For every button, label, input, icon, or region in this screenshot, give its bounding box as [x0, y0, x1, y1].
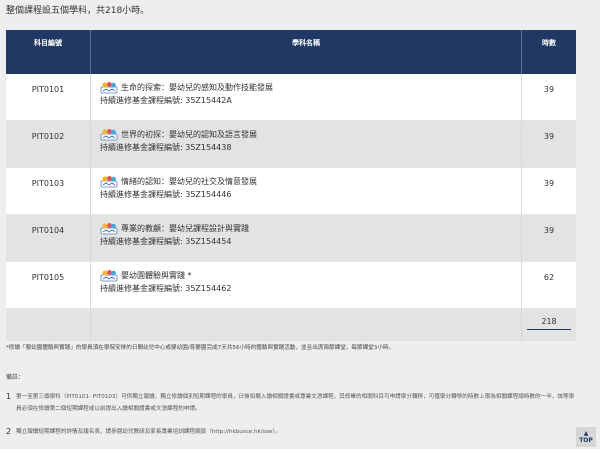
course-subject: 生命的探索：嬰幼兒的感知及動作技能發展持續進修基金課程編號: 35Z15442A — [91, 74, 522, 120]
course-badge-icon — [100, 176, 118, 188]
footnote: *修讀「嬰幼園體驗與實踐」的學員須在學院安排的日間幼兒中心或嬰幼園/育嬰園完成7… — [6, 345, 395, 351]
table-row: PIT0101 生命的探索：嬰幼兒的感知及動作技能發展 持續進修基金課程編號: 35… — [6, 74, 576, 121]
table-row: PIT0105 嬰幼園體驗與實踐 * 持續進修基金課程編號: 35Z154462 62 — [6, 262, 576, 309]
back-to-top-button[interactable]: ▲ TOP — [576, 427, 596, 447]
header-code: 科目編號 — [6, 30, 91, 74]
total-row: 218 — [6, 309, 576, 341]
course-subject: 世界的初探：嬰幼兒的認知及語言發展持續進修基金課程編號: 35Z154438 — [91, 121, 522, 167]
chevron-up-icon: ▲ — [583, 430, 589, 437]
course-code: PIT0102 — [6, 121, 91, 167]
course-code: PIT0101 — [6, 74, 91, 120]
course-fund-ref: 持續進修基金課程編號: 35Z15442A — [100, 96, 232, 105]
note-item: 1 第一至第三個學科（PIT0101- PIT0103）可供獨立報讀，獨立修讀個… — [6, 391, 576, 415]
course-hours: 39 — [543, 179, 555, 188]
course-title: 世界的初探：嬰幼兒的認知及語言發展 — [121, 130, 257, 139]
course-hours: 39 — [543, 132, 555, 141]
table-row: PIT0104 專業的教顧：嬰幼兒課程設計與實踐 持續進修基金課程編號: 35Z15… — [6, 215, 576, 262]
course-fund-ref: 持續進修基金課程編號: 35Z154438 — [100, 143, 232, 152]
course-hours: 39 — [543, 85, 555, 94]
course-title: 生命的探索：嬰幼兒的感知及動作技能發展 — [121, 83, 273, 92]
notes-label: 備註： — [6, 374, 25, 381]
note-text: 獨立報讀短期課程的詳情及報名表，請參閱幼兒教研及家長專業培訓課程網頁（http:… — [16, 429, 281, 435]
course-badge-icon — [100, 82, 118, 94]
total-hours: 218 — [527, 317, 571, 330]
table-row: PIT0102 世界的初探：嬰幼兒的認知及語言發展 持續進修基金課程編號: 35Z1… — [6, 121, 576, 168]
course-title: 情緒的認知：嬰幼兒的社交及情意發展 — [121, 177, 257, 186]
course-fund-ref: 持續進修基金課程編號: 35Z154462 — [100, 284, 232, 293]
course-code: PIT0104 — [6, 215, 91, 261]
course-badge-icon — [100, 223, 118, 235]
course-subject: 嬰幼園體驗與實踐 * 持續進修基金課程編號: 35Z154462 — [91, 262, 522, 308]
intro-text: 整個課程設五個學科，共218小時。 — [6, 6, 150, 16]
note-item: 2 獨立報讀短期課程的詳情及報名表，請參閱幼兒教研及家長專業培訓課程網頁（htt… — [6, 426, 576, 438]
course-subject: 情緒的認知：嬰幼兒的社交及情意發展持續進修基金課程編號: 35Z154446 — [91, 168, 522, 214]
course-subject: 專業的教顧：嬰幼兒課程設計與實踐持續進修基金課程編號: 35Z154454 — [91, 215, 522, 261]
course-badge-icon — [100, 270, 118, 282]
course-code: PIT0103 — [6, 168, 91, 214]
course-title: 專業的教顧：嬰幼兒課程設計與實踐 — [121, 224, 249, 233]
table-header: 科目編號 學科名稱 時數 — [6, 30, 576, 74]
course-fund-ref: 持續進修基金課程編號: 35Z154454 — [100, 237, 232, 246]
note-number: 2 — [6, 427, 12, 436]
course-badge-icon — [100, 129, 118, 141]
course-code: PIT0105 — [6, 262, 91, 308]
course-title: 嬰幼園體驗與實踐 * — [121, 271, 192, 280]
course-hours: 39 — [543, 226, 555, 235]
course-fund-ref: 持續進修基金課程編號: 35Z154446 — [100, 190, 232, 199]
header-subject: 學科名稱 — [91, 30, 522, 74]
table-row: PIT0103 情緒的認知：嬰幼兒的社交及情意發展 持續進修基金課程編號: 35Z1… — [6, 168, 576, 215]
course-hours: 62 — [543, 273, 555, 282]
note-number: 1 — [6, 392, 12, 401]
header-hours: 時數 — [542, 39, 556, 47]
course-table: 科目編號 學科名稱 時數 PIT0101 生命的探索：嬰幼兒的感知及動作技能發展持… — [6, 30, 576, 341]
note-text: 第一至第三個學科（PIT0101- PIT0103）可供獨立報讀，獨立修讀個別短… — [16, 394, 575, 412]
